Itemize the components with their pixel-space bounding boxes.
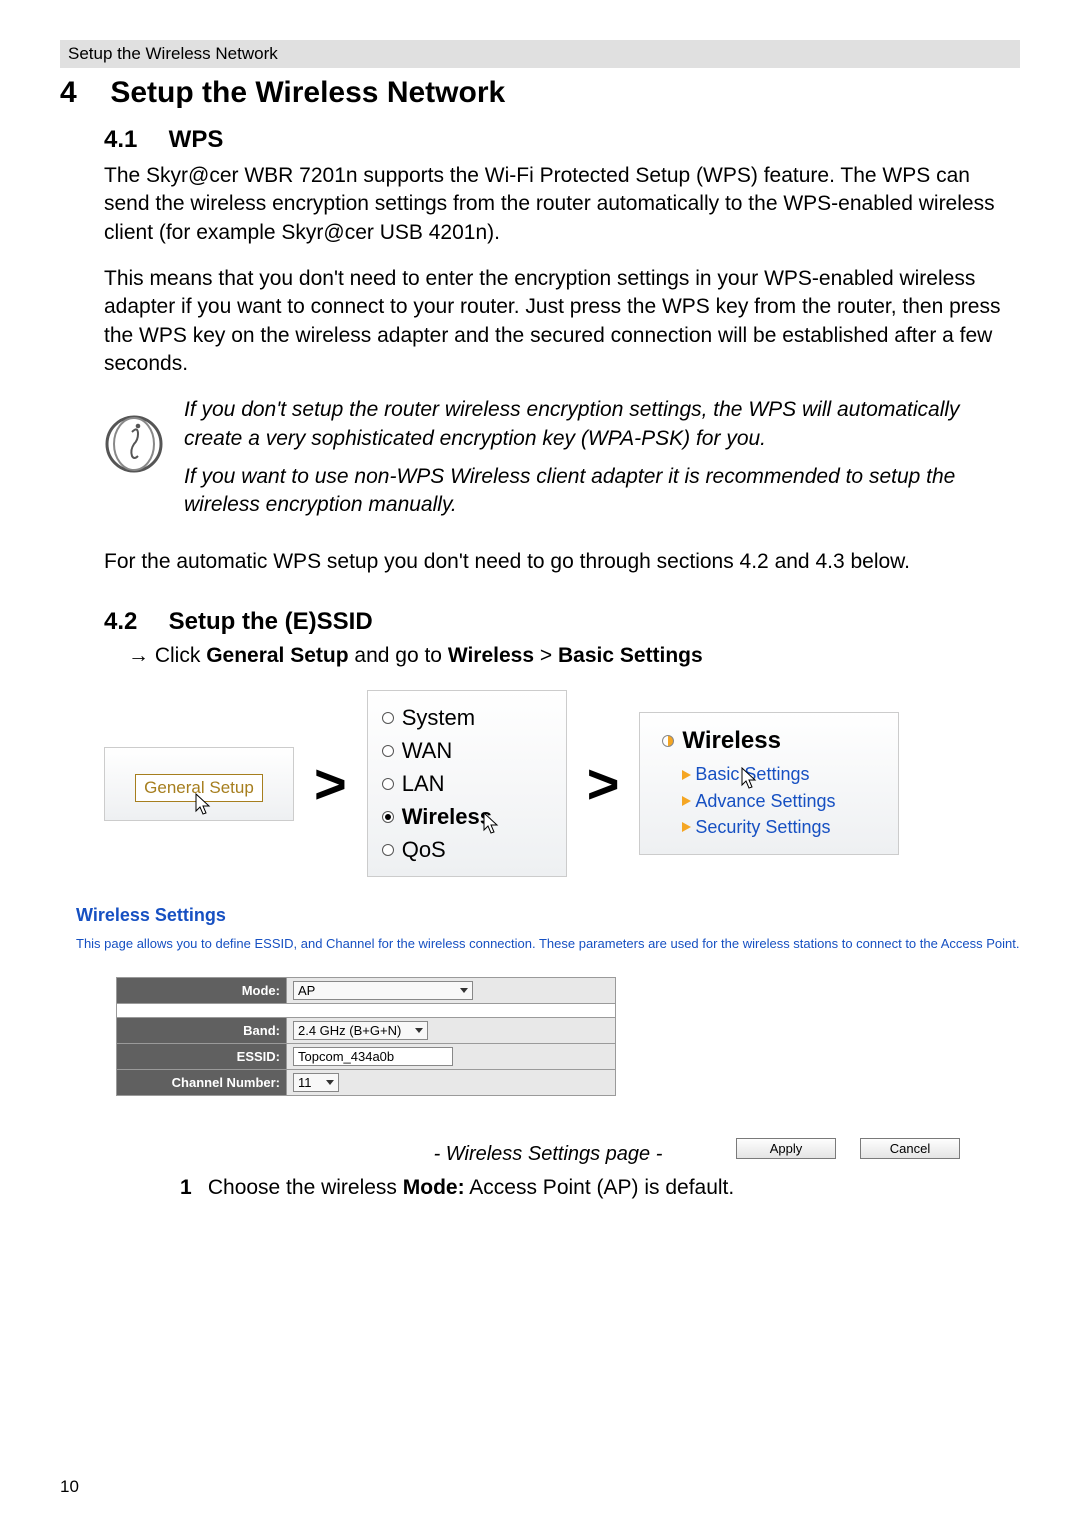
essid-value: Topcom_434a0b — [298, 1049, 394, 1064]
wireless-submenu-title: Wireless — [662, 727, 880, 755]
essid-label: ESSID: — [117, 1044, 287, 1070]
step-1: 1 Choose the wireless Mode: Access Point… — [180, 1176, 1020, 1200]
channel-select[interactable]: 11 — [293, 1073, 339, 1092]
wireless-settings-table: Mode: AP Band: 2.4 GHz (B+G+N) ESSID: — [116, 977, 616, 1096]
table-row: ESSID: Topcom_434a0b — [117, 1044, 616, 1070]
step-1-text-a: Choose the wireless — [208, 1176, 403, 1199]
triangle-icon — [682, 770, 691, 780]
menu-label-qos: QoS — [402, 833, 446, 866]
channel-value: 11 — [298, 1075, 312, 1090]
step-1-text-c: Access Point (AP) is default. — [465, 1176, 735, 1199]
essid-input[interactable]: Topcom_434a0b — [293, 1047, 453, 1066]
menu-item-qos[interactable]: QoS — [382, 833, 544, 866]
table-spacer — [117, 1004, 616, 1018]
mode-value: AP — [298, 983, 315, 998]
band-value: 2.4 GHz (B+G+N) — [298, 1023, 401, 1038]
section-4-1-heading: 4.1 WPS — [104, 126, 1020, 154]
instruction-prefix: Click — [155, 644, 206, 667]
main-menu-panel: System WAN LAN Wireless — [367, 690, 567, 877]
submenu-security-settings[interactable]: Security Settings — [682, 814, 880, 840]
section-4-1-title: WPS — [169, 126, 224, 153]
arrow-icon: → — [128, 644, 149, 667]
instruction-general-setup: General Setup — [206, 644, 348, 667]
section-4-number: 4 — [60, 76, 102, 110]
radio-icon — [382, 712, 394, 724]
table-row: Mode: AP — [117, 978, 616, 1004]
mode-select[interactable]: AP — [293, 981, 473, 1000]
wireless-submenu-panel: Wireless Basic Settings Advance Settings — [639, 712, 899, 854]
chevron-down-icon — [415, 1028, 423, 1033]
section-4-heading: 4 Setup the Wireless Network — [60, 76, 1020, 110]
bullet-icon — [662, 735, 674, 747]
wps-note-1: If you don't setup the router wireless e… — [184, 396, 1020, 453]
section-4-2-number: 4.2 — [104, 608, 162, 636]
chevron-down-icon — [326, 1080, 334, 1085]
band-label: Band: — [117, 1018, 287, 1044]
menu-label-system: System — [402, 701, 475, 734]
cursor-icon — [194, 793, 216, 819]
wps-note-block: If you don't setup the router wireless e… — [104, 396, 1020, 529]
wireless-settings-description: This page allows you to define ESSID, an… — [76, 936, 1020, 951]
radio-icon — [382, 778, 394, 790]
submenu-basic-settings[interactable]: Basic Settings — [682, 761, 880, 787]
wps-paragraph-2: This means that you don't need to enter … — [104, 265, 1020, 378]
menu-label-wireless: Wireless — [402, 800, 492, 833]
chevron-right-icon: > — [310, 751, 351, 816]
wireless-settings-figure: Wireless Settings This page allows you t… — [76, 905, 1020, 1166]
instruction-line: → Click General Setup and go to Wireless… — [128, 644, 1020, 668]
triangle-icon — [682, 796, 691, 806]
radio-icon — [382, 745, 394, 757]
chevron-right-icon: > — [583, 751, 624, 816]
instruction-wireless: Wireless — [448, 644, 534, 667]
instruction-basic-settings: Basic Settings — [558, 644, 703, 667]
table-row: Channel Number: 11 — [117, 1070, 616, 1096]
menu-item-lan[interactable]: LAN — [382, 767, 544, 800]
menu-item-system[interactable]: System — [382, 701, 544, 734]
table-row: Band: 2.4 GHz (B+G+N) — [117, 1018, 616, 1044]
cancel-button[interactable]: Cancel — [860, 1138, 960, 1159]
wps-paragraph-3: For the automatic WPS setup you don't ne… — [104, 548, 1020, 576]
wps-paragraph-1: The Skyr@cer WBR 7201n supports the Wi-F… — [104, 162, 1020, 247]
apply-button[interactable]: Apply — [736, 1138, 836, 1159]
menu-item-wireless[interactable]: Wireless — [382, 800, 544, 833]
submenu-advanced-settings[interactable]: Advance Settings — [682, 788, 880, 814]
menu-item-wan[interactable]: WAN — [382, 734, 544, 767]
general-setup-button[interactable]: General Setup — [135, 774, 263, 802]
menu-label-wan: WAN — [402, 734, 453, 767]
submenu-advanced-label: Advance Settings — [695, 788, 835, 814]
channel-label: Channel Number: — [117, 1070, 287, 1096]
section-4-2-title: Setup the (E)SSID — [169, 608, 373, 635]
wps-note-2: If you want to use non-WPS Wireless clie… — [184, 463, 1020, 520]
menu-label-lan: LAN — [402, 767, 445, 800]
submenu-security-label: Security Settings — [695, 814, 830, 840]
page-number: 10 — [60, 1477, 79, 1497]
instruction-sep: > — [534, 644, 558, 667]
instruction-mid: and go to — [349, 644, 448, 667]
triangle-icon — [682, 822, 691, 832]
general-setup-panel: General Setup — [104, 747, 294, 821]
radio-selected-icon — [382, 811, 394, 823]
section-4-1-number: 4.1 — [104, 126, 162, 154]
step-1-number: 1 — [180, 1176, 202, 1200]
wireless-settings-heading: Wireless Settings — [76, 905, 1020, 926]
radio-icon — [382, 844, 394, 856]
chevron-down-icon — [460, 988, 468, 993]
nav-flow-figure: General Setup > System WAN — [104, 690, 1020, 877]
wireless-submenu-title-text: Wireless — [682, 727, 781, 755]
running-header: Setup the Wireless Network — [60, 40, 1020, 68]
section-4-title: Setup the Wireless Network — [110, 76, 505, 109]
step-1-text-b: Mode: — [403, 1176, 465, 1199]
info-icon — [104, 414, 164, 474]
section-4-2-heading: 4.2 Setup the (E)SSID — [104, 608, 1020, 636]
mode-label: Mode: — [117, 978, 287, 1004]
band-select[interactable]: 2.4 GHz (B+G+N) — [293, 1021, 428, 1040]
